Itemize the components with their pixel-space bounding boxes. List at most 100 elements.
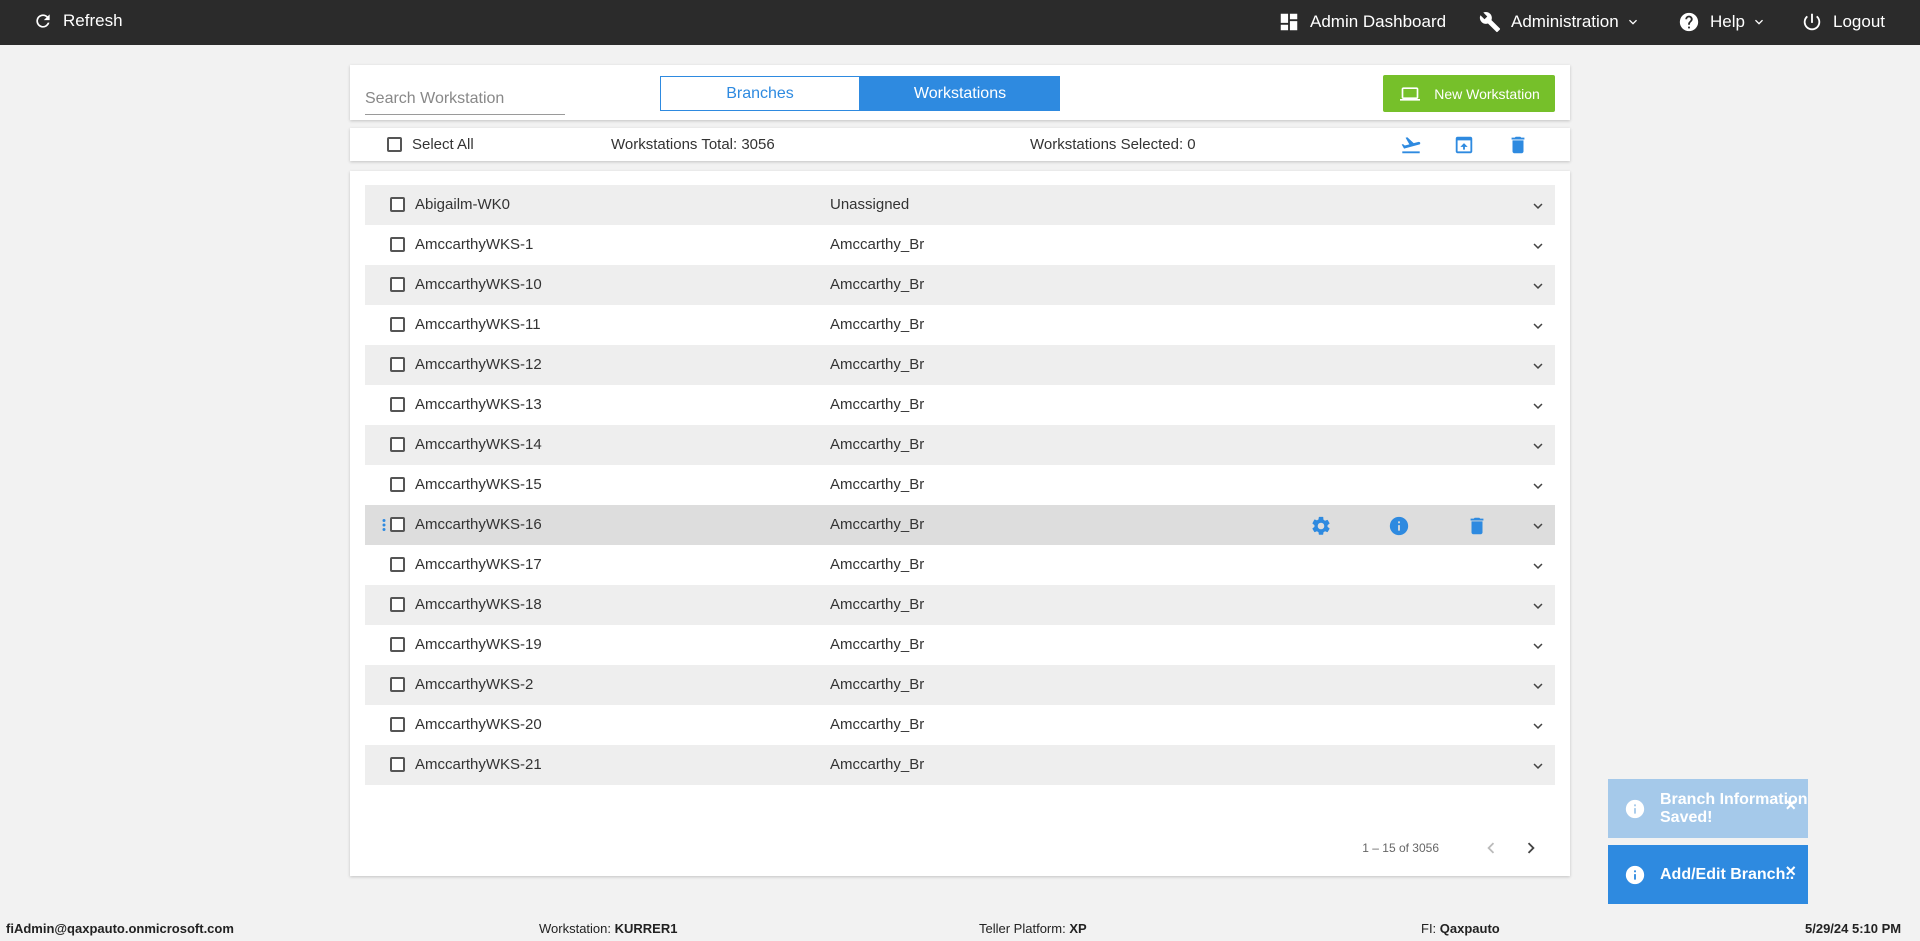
table-row[interactable]: AmccarthyWKS-19 Amccarthy_Br	[365, 625, 1555, 665]
table-row[interactable]: AmccarthyWKS-2 Amccarthy_Br	[365, 665, 1555, 705]
row-checkbox[interactable]	[390, 277, 405, 292]
expand-button[interactable]	[1529, 637, 1547, 655]
row-settings-button[interactable]	[1310, 515, 1332, 537]
row-checkbox[interactable]	[390, 197, 405, 212]
header-panel: Branches Workstations New Workstation	[350, 65, 1570, 120]
footer-workstation-label: Workstation:	[539, 921, 615, 936]
top-bar: Refresh Admin Dashboard Administration H…	[0, 0, 1920, 45]
row-checkbox[interactable]	[390, 677, 405, 692]
row-checkbox[interactable]	[390, 557, 405, 572]
row-checkbox[interactable]	[390, 637, 405, 652]
info-icon	[1625, 799, 1645, 818]
toast-close-button[interactable]: ×	[1785, 861, 1796, 882]
admin-dashboard-link[interactable]: Admin Dashboard	[1278, 11, 1446, 33]
expand-button[interactable]	[1529, 597, 1547, 615]
wrench-icon	[1479, 12, 1501, 33]
footer-datetime: 5/29/24 5:10 PM	[1805, 921, 1902, 936]
row-checkbox[interactable]	[390, 357, 405, 372]
expand-button[interactable]	[1529, 397, 1547, 415]
table-row[interactable]: AmccarthyWKS-17 Amccarthy_Br	[365, 545, 1555, 585]
chevron-down-icon	[1628, 19, 1637, 25]
table-row[interactable]: AmccarthyWKS-20 Amccarthy_Br	[365, 705, 1555, 745]
move-button[interactable]	[1400, 134, 1422, 156]
next-page-button[interactable]	[1520, 837, 1542, 859]
chevron-down-icon	[1533, 483, 1543, 489]
table-row[interactable]: AmccarthyWKS-18 Amccarthy_Br	[365, 585, 1555, 625]
chevron-down-icon	[1533, 643, 1543, 649]
table-row[interactable]: AmccarthyWKS-14 Amccarthy_Br	[365, 425, 1555, 465]
table-row-hovered[interactable]: AmccarthyWKS-16 Amccarthy_Br	[365, 505, 1555, 545]
expand-button[interactable]	[1529, 277, 1547, 295]
workstation-name: AmccarthyWKS-20	[415, 716, 542, 733]
row-delete-button[interactable]	[1466, 515, 1488, 537]
branch-name: Unassigned	[830, 196, 910, 213]
upload-box-icon	[1455, 136, 1473, 154]
new-workstation-label: New Workstation	[1434, 85, 1540, 102]
workstation-name: AmccarthyWKS-18	[415, 596, 542, 613]
table-row[interactable]: Abigailm-WK0 Unassigned	[365, 185, 1555, 225]
expand-button[interactable]	[1529, 517, 1547, 535]
expand-button[interactable]	[1529, 477, 1547, 495]
row-checkbox[interactable]	[390, 397, 405, 412]
chevron-down-icon	[1533, 563, 1543, 569]
row-checkbox[interactable]	[390, 717, 405, 732]
row-checkbox[interactable]	[390, 517, 405, 532]
logout-button[interactable]: Logout	[1801, 11, 1885, 33]
table-row[interactable]: AmccarthyWKS-15 Amccarthy_Br	[365, 465, 1555, 505]
table-row[interactable]: AmccarthyWKS-13 Amccarthy_Br	[365, 385, 1555, 425]
workstation-name: AmccarthyWKS-16	[415, 516, 542, 533]
toast-branch-saved: Branch Information Saved! ×	[1608, 779, 1808, 838]
row-checkbox[interactable]	[390, 597, 405, 612]
branch-name: Amccarthy_Br	[830, 476, 925, 493]
workstation-name: Abigailm-WK0	[415, 196, 511, 213]
select-all[interactable]: Select All	[387, 136, 474, 153]
workstation-name: AmccarthyWKS-12	[415, 356, 542, 373]
expand-button[interactable]	[1529, 437, 1547, 455]
workstation-name: AmccarthyWKS-14	[415, 436, 542, 453]
row-info-button[interactable]	[1388, 515, 1410, 537]
row-checkbox[interactable]	[390, 237, 405, 252]
help-menu[interactable]: Help	[1678, 11, 1767, 33]
power-icon	[1803, 13, 1821, 31]
table-row[interactable]: AmccarthyWKS-21 Amccarthy_Br	[365, 745, 1555, 785]
chevron-right-icon	[1527, 842, 1535, 854]
row-checkbox[interactable]	[390, 477, 405, 492]
expand-button[interactable]	[1529, 357, 1547, 375]
status-footer: fiAdmin@qaxpauto.onmicrosoft.com Worksta…	[0, 914, 1920, 941]
workstation-name: AmccarthyWKS-10	[415, 276, 542, 293]
refresh-icon	[36, 14, 50, 28]
row-checkbox[interactable]	[390, 757, 405, 772]
tab-branches[interactable]: Branches	[660, 76, 860, 111]
row-checkbox[interactable]	[390, 437, 405, 452]
chevron-down-icon	[1754, 19, 1763, 25]
branch-name: Amccarthy_Br	[830, 636, 925, 653]
expand-button[interactable]	[1529, 677, 1547, 695]
expand-button[interactable]	[1529, 237, 1547, 255]
expand-button[interactable]	[1529, 317, 1547, 335]
table-row[interactable]: AmccarthyWKS-12 Amccarthy_Br	[365, 345, 1555, 385]
workstation-list-panel: Abigailm-WK0 Unassigned AmccarthyWKS-1 Amc…	[350, 171, 1570, 876]
search-input[interactable]	[365, 83, 565, 115]
tab-workstations[interactable]: Workstations	[860, 76, 1060, 111]
help-label: Help	[1710, 12, 1745, 31]
administration-menu[interactable]: Administration	[1479, 11, 1641, 33]
refresh-button[interactable]: Refresh	[33, 11, 123, 31]
info-icon	[1625, 865, 1645, 884]
table-row[interactable]: AmccarthyWKS-1 Amccarthy_Br	[365, 225, 1555, 265]
expand-button[interactable]	[1529, 197, 1547, 215]
branch-name: Amccarthy_Br	[830, 436, 925, 453]
chevron-down-icon	[1533, 283, 1543, 289]
toast-close-button[interactable]: ×	[1785, 795, 1796, 816]
select-all-checkbox[interactable]	[387, 137, 402, 152]
delete-selected-button[interactable]	[1507, 134, 1529, 156]
branch-name: Amccarthy_Br	[830, 596, 925, 613]
table-row[interactable]: AmccarthyWKS-11 Amccarthy_Br	[365, 305, 1555, 345]
new-workstation-button[interactable]: New Workstation	[1383, 75, 1555, 112]
expand-button[interactable]	[1529, 757, 1547, 775]
expand-button[interactable]	[1529, 717, 1547, 735]
table-row[interactable]: AmccarthyWKS-10 Amccarthy_Br	[365, 265, 1555, 305]
expand-button[interactable]	[1529, 557, 1547, 575]
prev-page-button[interactable]	[1480, 837, 1502, 859]
upload-button[interactable]	[1453, 134, 1475, 156]
row-checkbox[interactable]	[390, 317, 405, 332]
